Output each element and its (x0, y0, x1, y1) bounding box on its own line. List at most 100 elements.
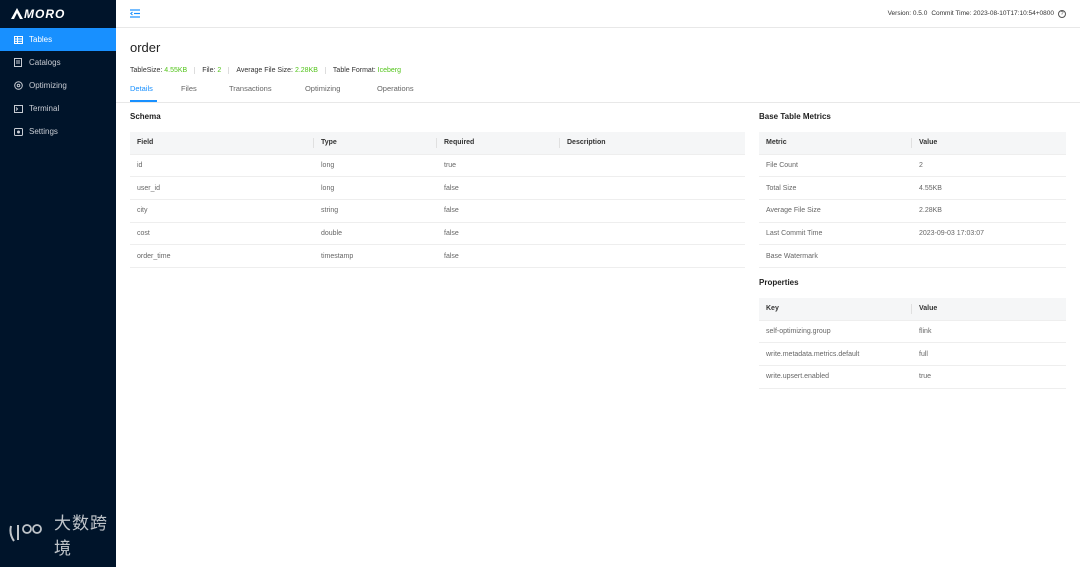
sidebar: MORO Tables Catalogs Optimizing Terminal… (0, 0, 116, 567)
meta-avg-file-size: Average File Size: 2.28KB (236, 66, 326, 74)
table-cell: false (437, 222, 560, 246)
table-cell: timestamp (314, 244, 437, 268)
table-cell: File Count (759, 154, 912, 178)
sidebar-item-catalogs[interactable]: Catalogs (0, 51, 116, 74)
table-cell (560, 222, 745, 246)
meta-value: 2 (217, 66, 222, 74)
table-header-row: Field Type Required Description (130, 132, 745, 155)
settings-icon (13, 127, 23, 137)
table-cell: order_time (130, 244, 314, 268)
sidebar-item-label: Settings (29, 127, 58, 136)
watermark-logo-icon (8, 522, 48, 546)
terminal-icon (13, 104, 23, 114)
sidebar-item-settings[interactable]: Settings (0, 120, 116, 143)
meta-value: Iceberg (377, 66, 402, 74)
table-cell: string (314, 199, 437, 223)
column-header: Field (130, 132, 314, 155)
meta-label: Average File Size: (236, 66, 293, 74)
table-cell: cost (130, 222, 314, 246)
tab-operations[interactable]: Operations (377, 81, 437, 102)
table-cell: 2023-09-03 17:03:07 (912, 222, 1066, 246)
sidebar-item-tables[interactable]: Tables (0, 28, 116, 51)
table-row: File Count 2 (759, 154, 1066, 178)
table-cell: write.metadata.metrics.default (759, 342, 912, 366)
page-title: order (130, 40, 161, 55)
schema-table: Field Type Required Description id long … (130, 132, 745, 268)
table-cell: 4.55KB (912, 176, 1066, 200)
table-row: Average File Size 2.28KB (759, 199, 1066, 223)
logo-mark-icon (11, 6, 23, 22)
table-row: Last Commit Time 2023-09-03 17:03:07 (759, 222, 1066, 246)
meta-file: File: 2 (202, 66, 230, 74)
meta-table-size: TableSize: 4.55KB (130, 66, 196, 74)
table-row: write.metadata.metrics.default full (759, 342, 1066, 366)
main-content: order TableSize: 4.55KB File: 2 Average … (116, 28, 1080, 567)
table-row: self-optimizing.group flink (759, 320, 1066, 344)
column-header: Value (912, 298, 1066, 321)
table-cell: long (314, 154, 437, 178)
optimizing-icon (13, 81, 23, 91)
table-cell: 2 (912, 154, 1066, 178)
table-row: id long true (130, 154, 745, 178)
table-cell: Base Watermark (759, 244, 912, 268)
commit-time-text: Commit Time: 2023-08-10T17:10:54+0800 (931, 10, 1054, 17)
table-row: order_time timestamp false (130, 244, 745, 268)
table-cell: false (437, 199, 560, 223)
table-cell: self-optimizing.group (759, 320, 912, 344)
metrics-title: Base Table Metrics (759, 112, 831, 121)
table-cell: user_id (130, 176, 314, 200)
table-cell: double (314, 222, 437, 246)
table-cell: id (130, 154, 314, 178)
help-icon[interactable]: ? (1058, 9, 1066, 18)
version-text: Version: 0.5.0 (887, 10, 928, 17)
table-cell: false (437, 244, 560, 268)
meta-value: 4.55KB (164, 66, 188, 74)
table-row: cost double false (130, 222, 745, 246)
sidebar-item-label: Terminal (29, 104, 60, 113)
sidebar-item-label: Tables (29, 35, 53, 44)
meta-label: File: (202, 66, 216, 74)
table-header-row: Key Value (759, 298, 1066, 321)
app-logo[interactable]: MORO (0, 0, 116, 28)
table-cell (560, 244, 745, 268)
table-row: Base Watermark (759, 244, 1066, 268)
table-cell (560, 199, 745, 223)
schema-title: Schema (130, 112, 161, 121)
column-header: Required (437, 132, 560, 155)
table-cell: Last Commit Time (759, 222, 912, 246)
metrics-table: Metric Value File Count 2 Total Size 4.5… (759, 132, 1066, 268)
detail-tabs: Details Files Transactions Optimizing Op… (130, 81, 1066, 102)
table-cell: flink (912, 320, 1066, 344)
table-cell: long (314, 176, 437, 200)
table-cell: Average File Size (759, 199, 912, 223)
top-bar: Version: 0.5.0 Commit Time: 2023-08-10T1… (116, 0, 1080, 28)
column-header: Description (560, 132, 745, 155)
meta-value: 2.28KB (294, 66, 318, 74)
tab-details[interactable]: Details (130, 81, 157, 102)
page-header: order TableSize: 4.55KB File: 2 Average … (116, 28, 1080, 103)
menu-fold-icon[interactable] (129, 7, 140, 21)
meta-label: TableSize: (130, 66, 163, 74)
table-cell: city (130, 199, 314, 223)
logo-text: MORO (24, 7, 66, 21)
tab-optimizing[interactable]: Optimizing (305, 81, 377, 102)
watermark-text: 大数跨境 (54, 514, 108, 559)
table-cell (560, 176, 745, 200)
table-cell: Total Size (759, 176, 912, 200)
table-cell: true (437, 154, 560, 178)
table-cell: write.upsert.enabled (759, 365, 912, 389)
sidebar-item-optimizing[interactable]: Optimizing (0, 74, 116, 97)
tab-transactions[interactable]: Transactions (229, 81, 305, 102)
table-row: city string false (130, 199, 745, 223)
column-header: Metric (759, 132, 912, 155)
tab-files[interactable]: Files (181, 81, 229, 102)
table-cell (912, 244, 1066, 268)
table-header-row: Metric Value (759, 132, 1066, 155)
sidebar-item-label: Catalogs (29, 58, 61, 67)
column-header: Type (314, 132, 437, 155)
sidebar-item-terminal[interactable]: Terminal (0, 97, 116, 120)
table-cell: full (912, 342, 1066, 366)
watermark: 大数跨境 (8, 509, 116, 559)
table-cell: true (912, 365, 1066, 389)
version-info: Version: 0.5.0 Commit Time: 2023-08-10T1… (884, 9, 1066, 18)
